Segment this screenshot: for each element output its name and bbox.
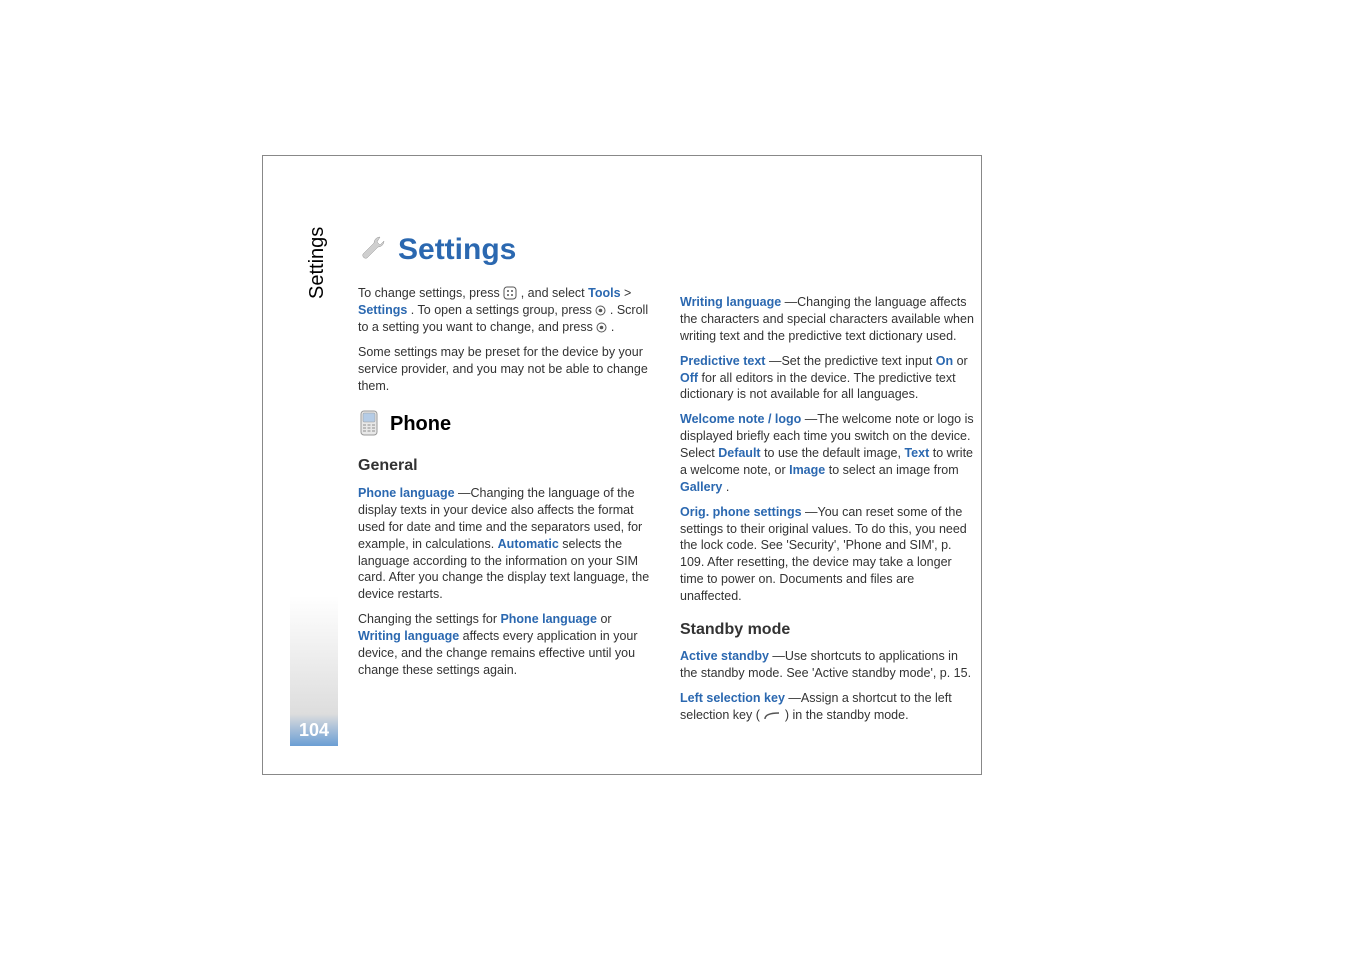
right-column: Writing language —Changing the language … — [680, 230, 974, 732]
setting-left-selection-key: Left selection key — [680, 691, 785, 705]
option-automatic: Automatic — [498, 537, 559, 551]
text: or — [600, 612, 611, 626]
phone-heading: Phone — [390, 411, 451, 438]
setting-writing-language-ref: Writing language — [358, 629, 459, 643]
intro-paragraph-1: To change settings, press , and select T… — [358, 285, 652, 336]
menu-path-tools: Tools — [588, 286, 620, 300]
setting-active-standby: Active standby — [680, 649, 769, 663]
phone-language-paragraph: Phone language —Changing the language of… — [358, 485, 652, 603]
text: To change settings, press — [358, 286, 503, 300]
text: —Set the predictive text input — [769, 354, 936, 368]
setting-phone-language: Phone language — [358, 486, 455, 500]
text: to use the default image, — [764, 446, 904, 460]
left-column: Settings To change settings, press , and… — [358, 230, 652, 732]
page-number: 104 — [290, 714, 338, 746]
setting-predictive-text: Predictive text — [680, 354, 765, 368]
left-selection-key-icon — [763, 707, 781, 724]
option-default: Default — [718, 446, 760, 460]
setting-writing-language: Writing language — [680, 295, 781, 309]
sidebar-section-label: Settings — [306, 227, 329, 299]
text: . To open a settings group, press — [411, 303, 596, 317]
scroll-key-icon — [596, 319, 607, 336]
changing-settings-paragraph: Changing the settings for Phone language… — [358, 611, 652, 679]
sidebar-gradient — [290, 596, 338, 714]
text: for all editors in the device. The predi… — [680, 371, 956, 402]
orig-settings-paragraph: Orig. phone settings —You can reset some… — [680, 504, 974, 605]
title-row: Settings — [358, 230, 652, 271]
settings-wrench-icon — [358, 233, 388, 268]
option-off: Off — [680, 371, 698, 385]
setting-orig-phone-settings: Orig. phone settings — [680, 505, 802, 519]
menu-key-icon — [503, 285, 517, 302]
text: Changing the settings for — [358, 612, 500, 626]
option-gallery: Gallery — [680, 480, 722, 494]
phone-section-row: Phone — [358, 409, 652, 442]
left-selection-key-paragraph: Left selection key —Assign a shortcut to… — [680, 690, 974, 724]
scroll-key-icon — [595, 302, 606, 319]
text: . — [611, 320, 614, 334]
text: to select an image from — [829, 463, 959, 477]
setting-welcome-note: Welcome note / logo — [680, 412, 801, 426]
predictive-text-paragraph: Predictive text —Set the predictive text… — [680, 353, 974, 404]
writing-language-paragraph: Writing language —Changing the language … — [680, 294, 974, 345]
standby-heading: Standby mode — [680, 619, 974, 641]
text: . — [726, 480, 729, 494]
menu-path-settings: Settings — [358, 303, 407, 317]
text: —You can reset some of the settings to t… — [680, 505, 967, 603]
intro-paragraph-2: Some settings may be preset for the devi… — [358, 344, 652, 395]
welcome-note-paragraph: Welcome note / logo —The welcome note or… — [680, 411, 974, 495]
text: ) in the standby mode. — [785, 708, 909, 722]
text: or — [957, 354, 968, 368]
active-standby-paragraph: Active standby —Use shortcuts to applica… — [680, 648, 974, 682]
setting-phone-language-ref: Phone language — [500, 612, 597, 626]
text: , and select — [521, 286, 588, 300]
page-title: Settings — [398, 230, 516, 271]
option-image: Image — [789, 463, 825, 477]
option-text: Text — [904, 446, 929, 460]
option-on: On — [936, 354, 953, 368]
content-area: Settings To change settings, press , and… — [358, 230, 974, 732]
text: > — [624, 286, 631, 300]
general-heading: General — [358, 455, 652, 477]
phone-icon — [358, 409, 380, 442]
